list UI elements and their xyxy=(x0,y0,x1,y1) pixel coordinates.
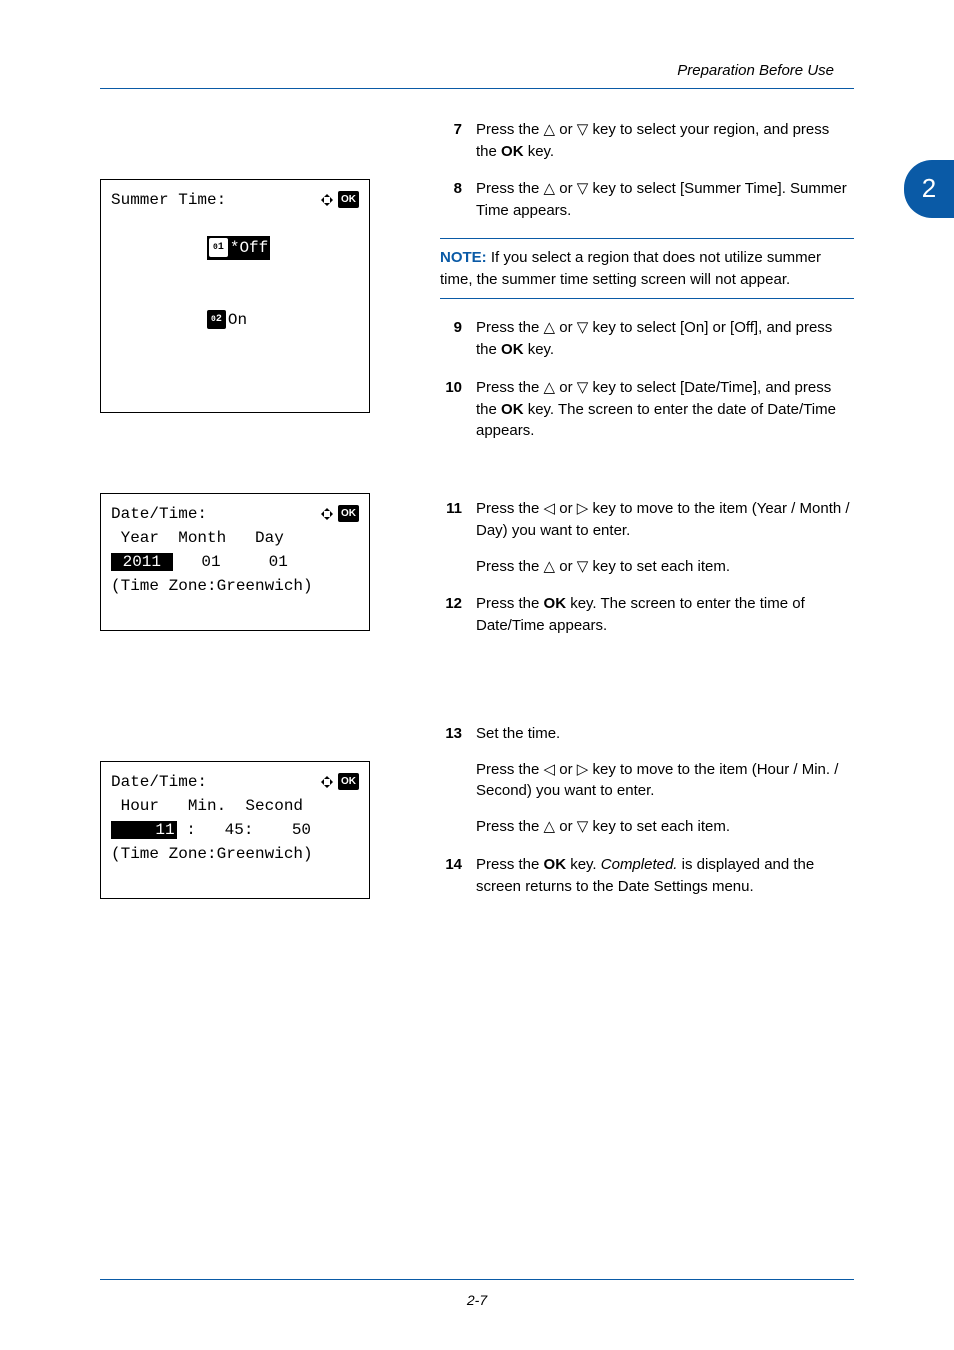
note-box: NOTE: If you select a region that does n… xyxy=(440,238,854,300)
chapter-tab: 2 xyxy=(904,160,954,218)
lcd1-opt2: On xyxy=(228,311,247,329)
step-body: Press the or key to select [Summer Time]… xyxy=(476,178,854,222)
lcd3-hour-selected: 11 xyxy=(153,821,176,839)
down-triangle-icon xyxy=(577,178,589,200)
page-header: Preparation Before Use xyxy=(0,0,954,82)
step-body: Set the time. Press the or key to move t… xyxy=(476,723,854,838)
lcd1-opt1: *Off xyxy=(230,239,268,257)
down-triangle-icon xyxy=(577,556,589,578)
step-number: 9 xyxy=(440,317,462,361)
header-title: Preparation Before Use xyxy=(677,62,834,79)
ok-key: OK xyxy=(501,341,524,358)
nav-cross-icon xyxy=(320,507,334,521)
step-13: 13 Set the time. Press the or key to mov… xyxy=(440,723,854,838)
step-number: 7 xyxy=(440,119,462,163)
nav-cross-icon xyxy=(320,193,334,207)
up-triangle-icon xyxy=(544,377,556,399)
step-body: Press the or key to select [On] or [Off]… xyxy=(476,317,854,361)
note-text: If you select a region that does not uti… xyxy=(440,249,821,288)
ok-key: OK xyxy=(501,143,524,160)
step-7: 7 Press the or key to select your region… xyxy=(440,119,854,163)
option-index-badge: 02 xyxy=(207,310,226,329)
step-body: Press the or key to select [Date/Time], … xyxy=(476,377,854,442)
right-triangle-icon xyxy=(577,759,589,781)
lcd2-tz: (Time Zone:Greenwich) xyxy=(111,574,359,598)
lcd-nav-ok: OK xyxy=(320,773,359,790)
lcd-time: Date/Time: OK Hour Min. Second 11 : 45: … xyxy=(100,761,370,899)
step-number: 8 xyxy=(440,178,462,222)
ok-key: OK xyxy=(544,595,567,612)
lcd3-tz: (Time Zone:Greenwich) xyxy=(111,842,359,866)
step-10: 10 Press the or key to select [Date/Time… xyxy=(440,377,854,442)
ok-badge: OK xyxy=(338,773,359,790)
step-11: 11 Press the or key to move to the item … xyxy=(440,498,854,577)
lcd-nav-ok: OK xyxy=(320,505,359,522)
down-triangle-icon xyxy=(577,816,589,838)
step-number: 11 xyxy=(440,498,462,577)
down-triangle-icon xyxy=(577,119,589,141)
lcd3-title: Date/Time: xyxy=(111,770,207,794)
lcd2-title: Date/Time: xyxy=(111,502,207,526)
footer-divider xyxy=(100,1279,854,1280)
lcd2-year-selected: 2011 xyxy=(111,553,173,571)
lcd1-title: Summer Time: xyxy=(111,188,226,212)
step-8: 8 Press the or key to select [Summer Tim… xyxy=(440,178,854,222)
chapter-number: 2 xyxy=(922,170,936,208)
lcd2-header-line: Year Month Day xyxy=(111,526,359,550)
nav-cross-icon xyxy=(320,775,334,789)
right-triangle-icon xyxy=(577,498,589,520)
step-9: 9 Press the or key to select [On] or [Of… xyxy=(440,317,854,361)
up-triangle-icon xyxy=(544,556,556,578)
ok-key: OK xyxy=(501,401,524,418)
page-number: 2-7 xyxy=(0,1290,954,1310)
up-triangle-icon xyxy=(544,178,556,200)
step-number: 10 xyxy=(440,377,462,442)
note-label: NOTE: xyxy=(440,249,487,266)
step-14: 14 Press the OK key. Completed. is displ… xyxy=(440,854,854,898)
step-body: Press the OK key. The screen to enter th… xyxy=(476,593,854,637)
down-triangle-icon xyxy=(577,317,589,339)
step-12: 12 Press the OK key. The screen to enter… xyxy=(440,593,854,637)
completed-text: Completed. xyxy=(601,856,678,873)
step-body: Press the or key to move to the item (Ye… xyxy=(476,498,854,577)
step-number: 12 xyxy=(440,593,462,637)
page-footer: 2-7 xyxy=(0,1279,954,1310)
step-body: Press the or key to select your region, … xyxy=(476,119,854,163)
step-number: 13 xyxy=(440,723,462,838)
ok-badge: OK xyxy=(338,191,359,208)
lcd-summer-time: Summer Time: OK 01*Off 02On xyxy=(100,179,370,413)
left-triangle-icon xyxy=(544,498,556,520)
step-body: Press the OK key. Completed. is displaye… xyxy=(476,854,854,898)
down-triangle-icon xyxy=(577,377,589,399)
lcd3-header-line: Hour Min. Second xyxy=(111,794,359,818)
left-triangle-icon xyxy=(544,759,556,781)
lcd3-prefix xyxy=(111,821,153,839)
up-triangle-icon xyxy=(544,816,556,838)
lcd3-min-sec: : 45: 50 xyxy=(177,821,311,839)
lcd2-month-day: 01 01 xyxy=(173,553,288,571)
up-triangle-icon xyxy=(544,119,556,141)
lcd-nav-ok: OK xyxy=(320,191,359,208)
ok-badge: OK xyxy=(338,505,359,522)
ok-key: OK xyxy=(544,856,567,873)
lcd-date: Date/Time: OK Year Month Day 2011 01 01 … xyxy=(100,493,370,631)
step-number: 14 xyxy=(440,854,462,898)
option-index-badge: 01 xyxy=(209,238,228,257)
up-triangle-icon xyxy=(544,317,556,339)
